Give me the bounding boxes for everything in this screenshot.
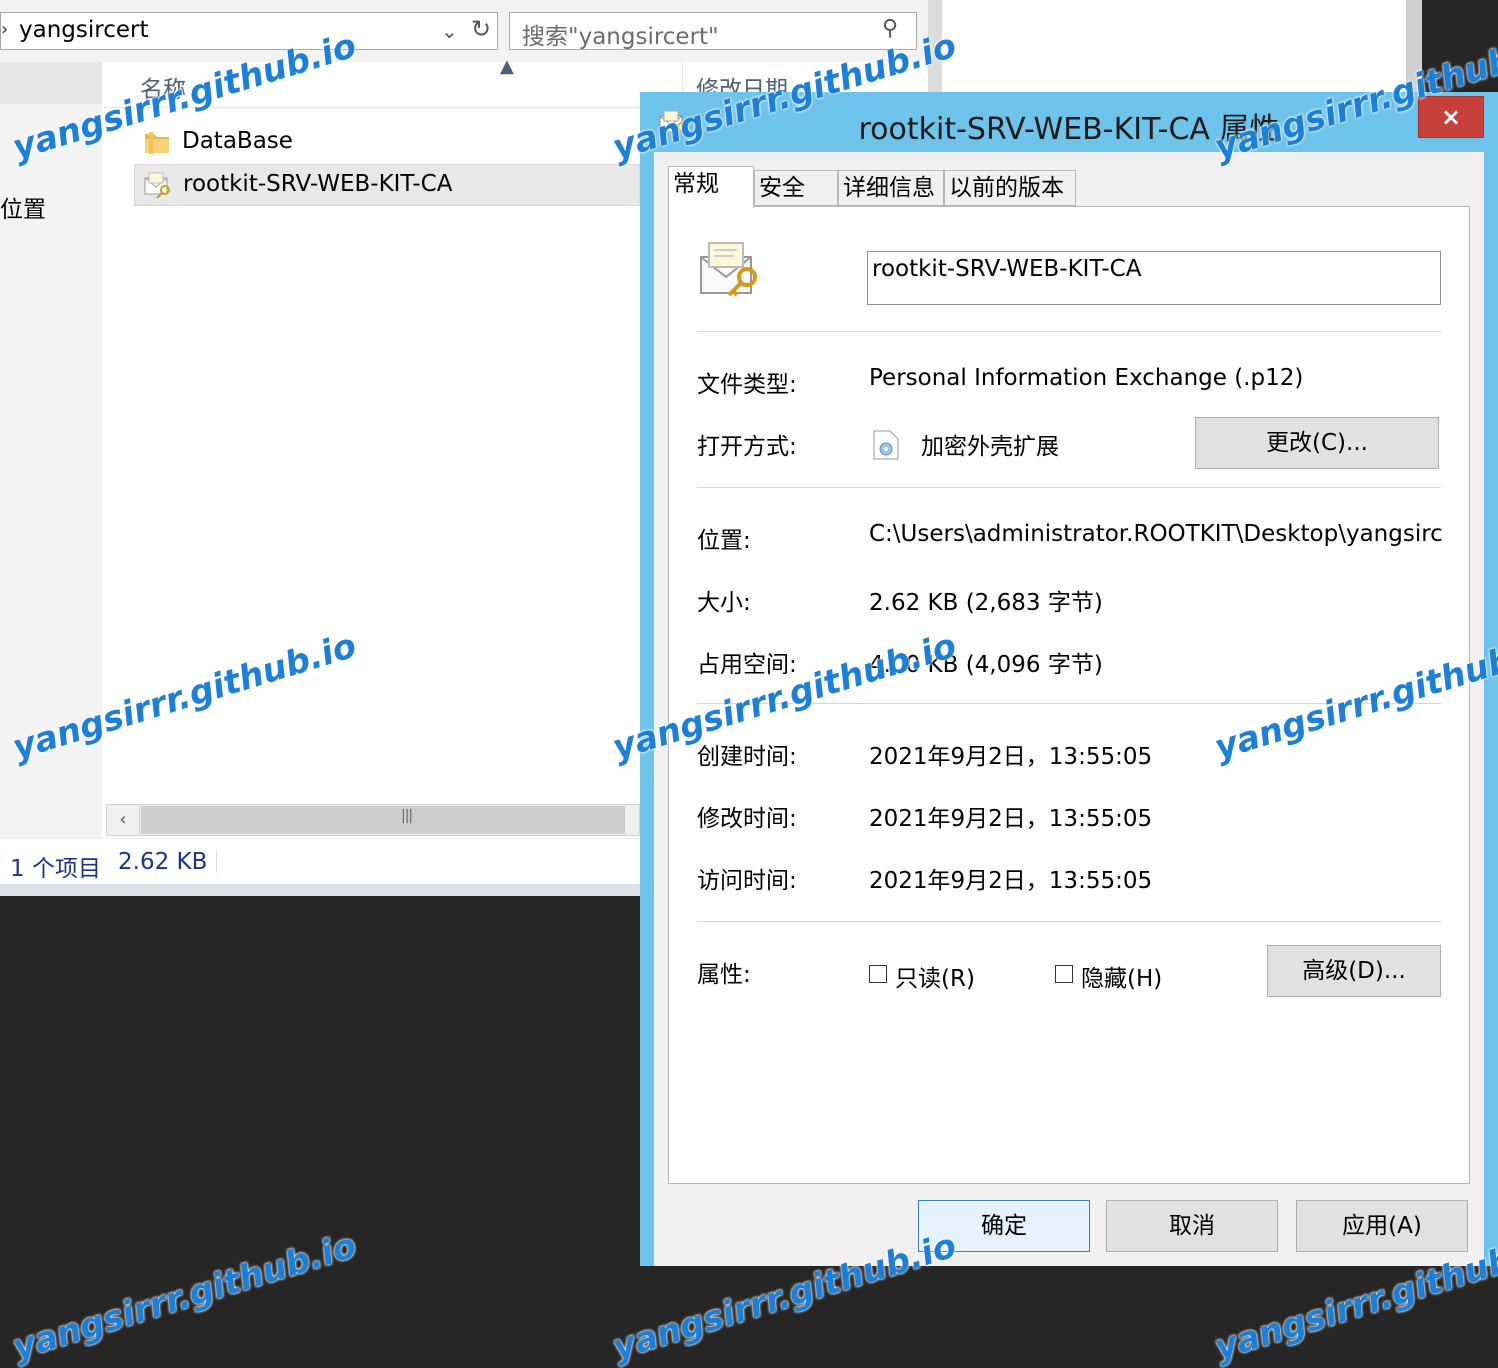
certificate-file-icon [700,242,757,297]
window-border [0,884,640,896]
status-bar: 1 个项目 2.62 KB [0,838,640,885]
size-label: 大小: [697,590,751,616]
accessed-label: 访问时间: [697,868,797,894]
location-value: C:\Users\administrator.ROOTKIT\Desktop\y… [869,521,1443,547]
cancel-button[interactable]: 取消 [1106,1200,1278,1252]
tab-previous-versions[interactable]: 以前的版本 [944,170,1076,206]
refresh-icon[interactable]: ↻ [471,15,491,43]
attributes-label: 属性: [697,962,751,988]
ok-button[interactable]: 确定 [918,1200,1090,1252]
tab-details[interactable]: 详细信息 [838,170,944,206]
selection-size: 2.62 KB [118,849,208,875]
size-on-disk-value: 4.00 KB (4,096 字节) [869,652,1103,678]
chevron-down-icon[interactable]: ⌄ [441,19,458,43]
readonly-label[interactable]: 只读(R) [895,959,975,993]
open-with-value: 加密外壳扩展 [921,434,1059,460]
divider [697,921,1441,922]
background-window-edge [928,0,942,94]
apply-button[interactable]: 应用(A) [1296,1200,1468,1252]
item-count: 1 个项目 [10,856,101,882]
advanced-button[interactable]: 高级(D)... [1267,945,1441,997]
open-with-label: 打开方式: [697,434,797,460]
breadcrumb-arrow-icon[interactable]: › [1,19,8,40]
scrollbar-thumb[interactable]: ||| [141,806,625,834]
divider [697,487,1441,488]
readonly-checkbox[interactable] [869,965,887,983]
sort-ascending-icon: ▲ [500,56,514,77]
size-value: 2.62 KB (2,683 字节) [869,590,1103,616]
navigation-pane [0,62,102,838]
general-tab-panel: rootkit-SRV-WEB-KIT-CA 文件类型: Personal In… [668,206,1470,1184]
location-value-clip: C:\Users\administrator.ROOTKIT\Desktop\y… [869,521,1443,555]
tab-security[interactable]: 安全 [754,170,838,206]
address-path: yangsircert [19,17,149,43]
scroll-left-icon[interactable]: ‹ [107,805,140,835]
nav-item-location[interactable]: 位置 [0,190,46,224]
folder-icon [145,132,169,154]
properties-dialog: rootkit-SRV-WEB-KIT-CA 属性 × 常规 安全 详细信息 以… [640,92,1498,1266]
file-row-certificate[interactable]: rootkit-SRV-WEB-KIT-CA [134,164,640,206]
background-window-edge [1406,0,1422,94]
location-label: 位置: [697,528,751,554]
search-icon[interactable]: ⚲ [882,16,898,41]
created-label: 创建时间: [697,744,797,770]
dialog-title: rootkit-SRV-WEB-KIT-CA 属性 [858,112,1280,147]
grip-icon: ||| [401,808,413,824]
crypto-shell-extension-icon [873,430,899,460]
divider [697,703,1441,704]
hidden-checkbox[interactable] [1055,965,1073,983]
address-bar[interactable]: › yangsircert ⌄ ↻ [0,12,498,50]
certificate-file-icon [144,172,170,199]
file-name: DataBase [182,128,293,154]
modified-value: 2021年9月2日，13:55:05 [869,806,1153,832]
column-name-header[interactable]: 名称 [140,70,186,104]
navigation-pane-header [0,62,102,104]
close-button[interactable]: × [1418,96,1484,138]
accessed-value: 2021年9月2日，13:55:05 [869,868,1153,894]
divider [697,331,1441,332]
watermark: yangsirrr.github.io [8,1225,361,1368]
created-value: 2021年9月2日，13:55:05 [869,744,1153,770]
search-input[interactable]: 搜索"yangsircert" [522,17,719,51]
hidden-label[interactable]: 隐藏(H) [1081,959,1162,993]
file-row-database[interactable]: DataBase [134,122,640,164]
file-name: rootkit-SRV-WEB-KIT-CA [183,171,453,197]
size-on-disk-label: 占用空间: [697,652,797,678]
change-button[interactable]: 更改(C)... [1195,417,1439,469]
file-name-field[interactable]: rootkit-SRV-WEB-KIT-CA [867,251,1441,305]
file-type-value: Personal Information Exchange (.p12) [869,365,1304,391]
file-type-label: 文件类型: [697,372,797,398]
horizontal-scrollbar[interactable]: ‹ ||| [106,804,640,836]
status-divider [216,851,217,873]
background-window [942,0,1406,94]
tab-general[interactable]: 常规 [668,166,754,208]
modified-label: 修改时间: [697,806,797,832]
search-box[interactable]: 搜索"yangsircert" ⚲ [509,12,917,50]
